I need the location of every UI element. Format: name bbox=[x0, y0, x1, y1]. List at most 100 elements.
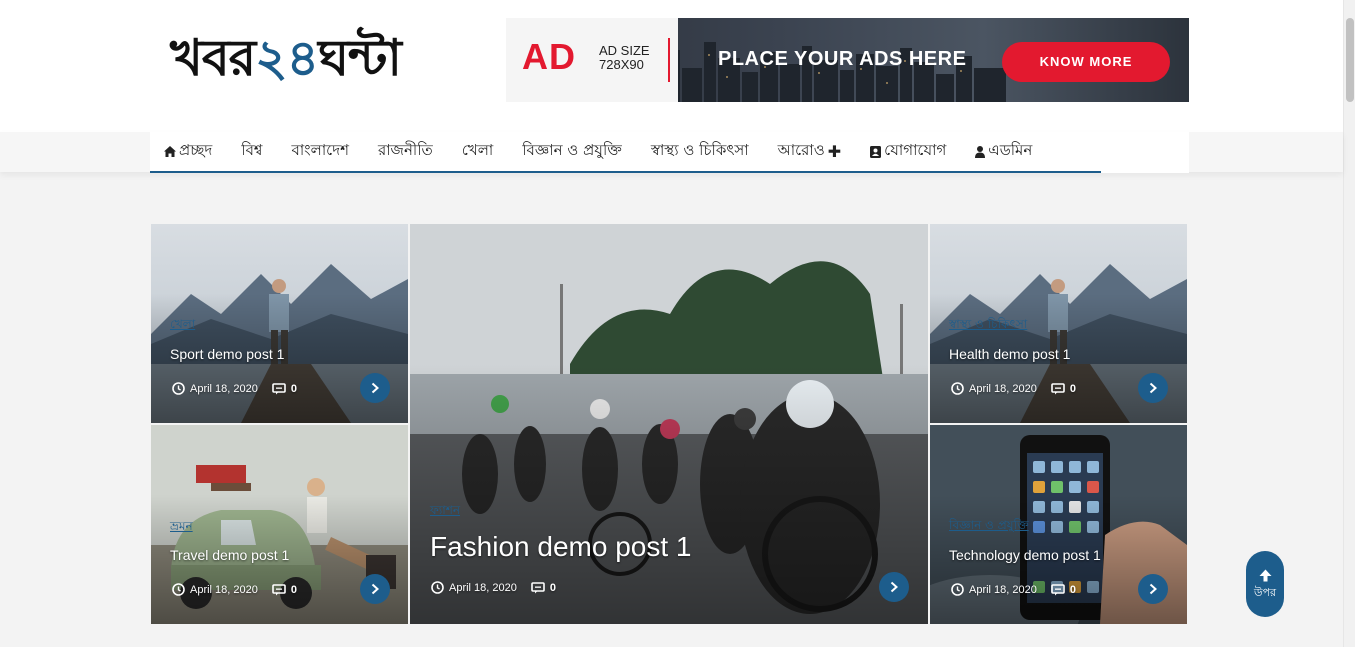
logo-text-2: ২৪ bbox=[255, 29, 319, 87]
chevron-right-icon bbox=[1149, 583, 1157, 595]
post-meta: April 18, 2020 0 bbox=[431, 581, 556, 594]
comment-count: 0 bbox=[290, 382, 298, 395]
image-overlay bbox=[410, 224, 928, 624]
post-category[interactable]: ফ্যাশন bbox=[430, 502, 460, 522]
nav-item-science-tech[interactable]: বিজ্ঞান ও প্রযুক্তি bbox=[522, 139, 622, 164]
comment-icon bbox=[272, 382, 286, 394]
nav-item-health[interactable]: স্বাস্থ্য ও চিকিৎসা bbox=[651, 139, 749, 164]
post-date: April 18, 2020 bbox=[969, 382, 1037, 395]
nav-item-more[interactable]: আরোও ✚ bbox=[778, 139, 842, 164]
comment-icon bbox=[272, 583, 286, 595]
nav-label: বিশ্ব bbox=[241, 141, 263, 159]
post-category[interactable]: বিজ্ঞান ও প্রযুক্তি bbox=[949, 517, 1029, 537]
post-comments[interactable]: 0 bbox=[1051, 584, 1076, 596]
nav-label: খেলা bbox=[461, 141, 494, 159]
post-title[interactable]: Fashion demo post 1 bbox=[430, 531, 692, 563]
clock-icon bbox=[951, 382, 964, 395]
post-card-travel[interactable]: ভ্রমন Travel demo post 1 April 18, 2020 … bbox=[151, 425, 408, 624]
comment-count: 0 bbox=[549, 581, 557, 594]
home-icon bbox=[164, 146, 176, 157]
post-meta: April 18, 2020 0 bbox=[951, 382, 1076, 395]
post-comments[interactable]: 0 bbox=[1051, 383, 1076, 395]
arrow-up-icon bbox=[1259, 569, 1271, 582]
site-logo[interactable]: খবর২৪ঘন্টা bbox=[170, 26, 402, 90]
chevron-right-icon bbox=[1149, 382, 1157, 394]
scrollbar-thumb[interactable] bbox=[1346, 18, 1354, 102]
clock-icon bbox=[951, 583, 964, 596]
nav-label: বাংলাদেশ bbox=[291, 141, 349, 159]
post-comments[interactable]: 0 bbox=[272, 383, 297, 395]
site-header: খবর২৪ঘন্টা AD AD SIZE 728X90 PLACE YOUR … bbox=[0, 0, 1343, 132]
nav-label: এডমিন bbox=[988, 141, 1033, 159]
post-title[interactable]: Technology demo post 1 bbox=[949, 547, 1101, 563]
post-card-fashion[interactable]: ফ্যাশন Fashion demo post 1 April 18, 202… bbox=[410, 224, 928, 624]
clock-icon bbox=[172, 583, 185, 596]
nav-item-politics[interactable]: রাজনীতি bbox=[378, 139, 433, 164]
logo-text-1: খবর bbox=[170, 29, 256, 87]
main-nav: প্রচ্ছদ বিশ্ব বাংলাদেশ রাজনীতি খেলা বিজ্… bbox=[150, 132, 1101, 173]
post-title[interactable]: Sport demo post 1 bbox=[170, 346, 284, 362]
post-meta: April 18, 2020 0 bbox=[172, 583, 297, 596]
chevron-right-icon bbox=[371, 382, 379, 394]
nav-label: রাজনীতি bbox=[377, 141, 433, 159]
comment-count: 0 bbox=[1069, 583, 1077, 596]
chevron-right-icon bbox=[890, 581, 898, 593]
back-to-top-label: উপর bbox=[1253, 586, 1277, 599]
clock-icon bbox=[172, 382, 185, 395]
plus-icon: ✚ bbox=[827, 142, 842, 161]
post-title[interactable]: Health demo post 1 bbox=[949, 346, 1070, 362]
post-meta: April 18, 2020 0 bbox=[951, 583, 1076, 596]
post-meta: April 18, 2020 0 bbox=[172, 382, 297, 395]
comment-icon bbox=[531, 581, 545, 593]
nav-item-bangladesh[interactable]: বাংলাদেশ bbox=[291, 139, 348, 164]
post-category[interactable]: খেলা bbox=[170, 316, 195, 336]
nav-label: আরোও bbox=[777, 141, 825, 159]
chevron-right-icon bbox=[371, 583, 379, 595]
contact-icon bbox=[870, 145, 882, 158]
read-more-arrow-button[interactable] bbox=[360, 574, 390, 604]
read-more-arrow-button[interactable] bbox=[1138, 574, 1168, 604]
nav-label: যোগাযোগ bbox=[884, 141, 947, 159]
ad-size-line1: AD SIZE bbox=[599, 43, 650, 58]
comment-icon bbox=[1051, 583, 1065, 595]
nav-item-sports[interactable]: খেলা bbox=[462, 139, 493, 164]
page-scrollbar[interactable] bbox=[1343, 0, 1355, 647]
read-more-arrow-button[interactable] bbox=[879, 572, 909, 602]
nav-right-space bbox=[1101, 132, 1189, 173]
nav-label: স্বাস্থ্য ও চিকিৎসা bbox=[650, 141, 749, 159]
back-to-top-button[interactable]: উপর bbox=[1246, 551, 1284, 617]
ad-headline: PLACE YOUR ADS HERE bbox=[718, 48, 967, 70]
clock-icon bbox=[431, 581, 444, 594]
post-title[interactable]: Travel demo post 1 bbox=[170, 547, 289, 563]
comment-icon bbox=[1051, 382, 1065, 394]
nav-item-home[interactable]: প্রচ্ছদ bbox=[164, 139, 212, 164]
post-date: April 18, 2020 bbox=[969, 583, 1037, 596]
ad-size-line2: 728X90 bbox=[599, 57, 644, 72]
post-comments[interactable]: 0 bbox=[531, 582, 556, 594]
post-date: April 18, 2020 bbox=[449, 581, 517, 594]
ad-word: AD bbox=[522, 36, 576, 77]
read-more-arrow-button[interactable] bbox=[1138, 373, 1168, 403]
post-category[interactable]: ভ্রমন bbox=[170, 518, 193, 538]
ad-divider bbox=[668, 38, 670, 82]
nav-item-world[interactable]: বিশ্ব bbox=[241, 139, 262, 164]
nav-label: প্রচ্ছদ bbox=[179, 141, 213, 159]
read-more-arrow-button[interactable] bbox=[360, 373, 390, 403]
comment-count: 0 bbox=[290, 583, 298, 596]
nav-label: বিজ্ঞান ও প্রযুক্তি bbox=[522, 141, 622, 159]
logo-text-3: ঘন্টা bbox=[318, 29, 402, 87]
post-category[interactable]: স্বাস্থ্য ও চিকিৎসা bbox=[949, 316, 1027, 336]
ad-size-text: AD SIZE 728X90 bbox=[599, 44, 650, 72]
post-date: April 18, 2020 bbox=[190, 382, 258, 395]
nav-item-contact[interactable]: যোগাযোগ bbox=[870, 139, 946, 164]
know-more-button[interactable]: KNOW MORE bbox=[1002, 42, 1170, 82]
user-icon bbox=[975, 145, 986, 158]
post-date: April 18, 2020 bbox=[190, 583, 258, 596]
post-card-sport[interactable]: খেলা Sport demo post 1 April 18, 2020 0 bbox=[151, 224, 408, 423]
comment-count: 0 bbox=[1069, 382, 1077, 395]
nav-item-admin[interactable]: এডমিন bbox=[975, 139, 1032, 164]
post-card-technology[interactable]: বিজ্ঞান ও প্রযুক্তি Technology demo post… bbox=[930, 425, 1187, 624]
post-comments[interactable]: 0 bbox=[272, 584, 297, 596]
post-card-health[interactable]: স্বাস্থ্য ও চিকিৎসা Health demo post 1 A… bbox=[930, 224, 1187, 423]
header-ad-banner[interactable]: AD AD SIZE 728X90 PLACE YOUR ADS HERE KN… bbox=[506, 18, 1189, 102]
